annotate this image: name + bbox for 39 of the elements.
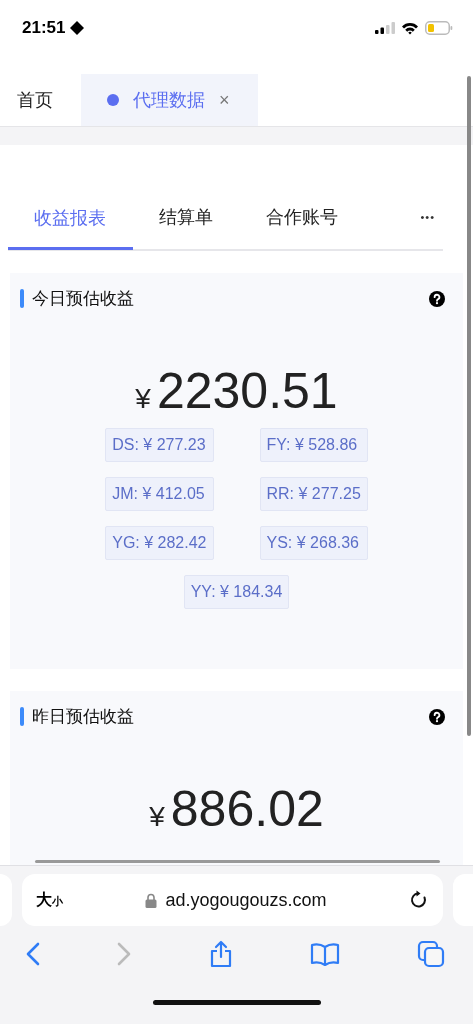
clock-time: 21:51 [22,18,66,38]
url-text: ad.yogougouzs.com [165,889,327,911]
lock-icon [145,892,158,908]
close-button[interactable]: × [219,89,230,111]
amount-tag: FY: ¥ 528.86 [259,428,368,462]
title-accent-bar [20,707,24,726]
page-tab[interactable]: 首页 [0,74,81,126]
help-icon[interactable] [429,290,445,307]
wifi-icon [401,21,419,35]
more-button[interactable]: ••• [420,211,435,223]
back-icon[interactable] [26,942,40,966]
amount-value: 2230.51 [156,362,338,420]
currency-sign: ¥ [149,801,165,833]
book-icon[interactable] [309,942,340,966]
amount-tag: RR: ¥ 277.25 [259,477,368,511]
reload-icon[interactable] [409,890,429,910]
report-tab[interactable]: 结算单 [133,185,240,249]
battery-icon [425,21,453,35]
page-tab[interactable]: 代理数据 × [81,74,258,126]
amount-value: 886.02 [170,780,324,838]
amount-tag: DS: ¥ 277.23 [105,428,214,462]
amount-tag: YY: ¥ 184.34 [183,575,290,609]
amount-tag: YS: ¥ 268.36 [259,526,368,560]
share-icon[interactable] [208,940,233,968]
report-tab[interactable]: 合作账号 [240,185,365,249]
amount-tag: YG: ¥ 282.42 [105,526,214,560]
report-tab[interactable]: 收益报表 [8,186,133,250]
tabs-icon[interactable] [417,940,445,968]
address-bar[interactable]: 大小 ad.yogougouzs.com [22,874,443,926]
title-accent-bar [20,289,24,308]
card-title: 今日预估收益 [32,288,135,310]
currency-sign: ¥ [135,383,151,415]
active-dot-icon [107,94,119,106]
amount-tag: JM: ¥ 412.05 [105,477,214,511]
help-icon[interactable] [429,708,445,725]
signal-icon [375,22,395,34]
card-title: 昨日预估收益 [32,706,135,728]
diamond-icon [69,20,86,36]
text-size-button[interactable]: 大小 [36,889,63,911]
